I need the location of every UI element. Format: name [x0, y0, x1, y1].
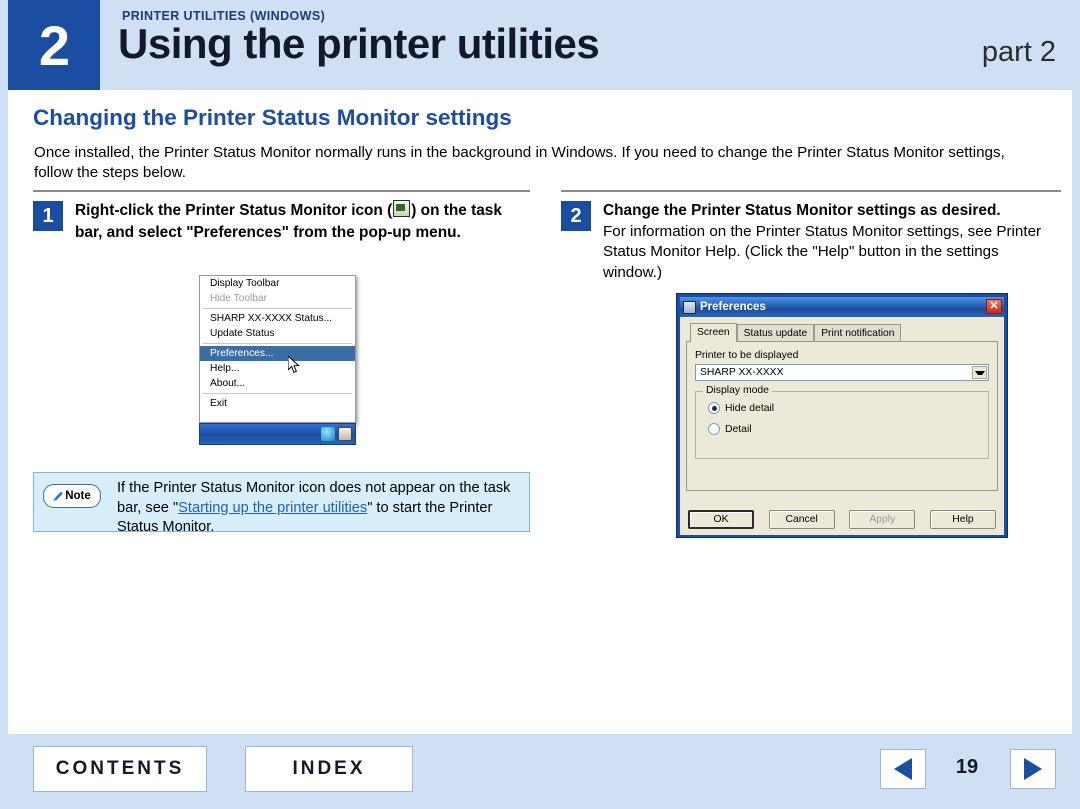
step-2-heading: Change the Printer Status Monitor settin…: [603, 202, 1001, 219]
note-link[interactable]: Starting up the printer utilities: [178, 500, 367, 516]
next-page-button[interactable]: [1010, 749, 1056, 789]
popup-menu: Display Toolbar Hide Toolbar SHARP XX-XX…: [199, 275, 356, 423]
radio-detail-label: Detail: [725, 423, 752, 435]
triangle-left-icon: [894, 758, 912, 780]
triangle-right-icon: [1024, 758, 1042, 780]
step-2-column: 2 Change the Printer Status Monitor sett…: [561, 190, 1061, 283]
menu-item-help[interactable]: Help...: [200, 361, 355, 376]
menu-item-display-toolbar[interactable]: Display Toolbar: [200, 276, 355, 291]
display-mode-group: Display mode Hide detail Detail: [695, 385, 989, 459]
page: 2 PRINTER UTILITIES (WINDOWS) Using the …: [0, 0, 1080, 809]
dialog-title: Preferences: [700, 301, 766, 313]
menu-item-exit[interactable]: Exit: [200, 396, 355, 411]
step-2-header: 2 Change the Printer Status Monitor sett…: [561, 200, 1061, 283]
note-badge: Note: [43, 484, 101, 508]
menu-separator: [203, 393, 352, 394]
step-divider: [33, 190, 530, 192]
printer-select[interactable]: SHARP XX-XXXX: [695, 364, 989, 381]
contents-button[interactable]: CONTENTS: [33, 746, 207, 792]
chapter-number: 2: [8, 0, 100, 90]
radio-hide-detail-label: Hide detail: [725, 402, 775, 414]
note-badge-label: Note: [65, 490, 91, 502]
tab-print-notification[interactable]: Print notification: [814, 324, 902, 342]
dialog-tabs: Screen Status update Print notification: [690, 323, 998, 342]
dialog-body: Screen Status update Print notification …: [680, 317, 1004, 535]
menu-item-update-status[interactable]: Update Status: [200, 326, 355, 341]
step-1-header: 1 Right-click the Printer Status Monitor…: [33, 200, 530, 243]
menu-item-about[interactable]: About...: [200, 376, 355, 391]
radio-detail[interactable]: Detail: [708, 423, 988, 435]
windows-taskbar: [199, 423, 356, 445]
tab-status-update[interactable]: Status update: [736, 324, 815, 342]
index-button[interactable]: INDEX: [245, 746, 413, 792]
step-2-body: For information on the Printer Status Mo…: [603, 222, 1042, 281]
radio-icon-selected: [708, 402, 720, 414]
printer-field-label: Printer to be displayed: [695, 350, 799, 361]
menu-item-sharp-status[interactable]: SHARP XX-XXXX Status...: [200, 311, 355, 326]
cancel-button[interactable]: Cancel: [768, 510, 835, 529]
tab-screen[interactable]: Screen: [690, 323, 737, 342]
printer-select-value: SHARP XX-XXXX: [700, 367, 784, 378]
note-text: If the Printer Status Monitor icon does …: [117, 479, 517, 538]
tab-panel-screen: Printer to be displayed SHARP XX-XXXX Di…: [686, 341, 998, 491]
step-1-column: 1 Right-click the Printer Status Monitor…: [33, 190, 530, 243]
display-mode-legend: Display mode: [703, 385, 772, 396]
header-part-label: part 2: [981, 36, 1056, 68]
step-1-number: 1: [33, 201, 63, 231]
preferences-dialog-screenshot: Preferences ✕ Screen Status update Print…: [676, 293, 1008, 538]
network-icon[interactable]: [321, 427, 335, 441]
ok-button[interactable]: OK: [688, 510, 754, 529]
page-footer: CONTENTS INDEX 19: [8, 734, 1072, 809]
mouse-pointer-icon: [287, 354, 300, 374]
step-2-number: 2: [561, 201, 591, 231]
close-icon[interactable]: ✕: [986, 299, 1002, 314]
apply-button: Apply: [849, 510, 916, 529]
chevron-down-icon[interactable]: [972, 366, 987, 379]
step-1-heading-part2: ): [411, 202, 417, 219]
help-button[interactable]: Help: [929, 510, 996, 529]
page-number: 19: [955, 756, 979, 778]
window-icon: [683, 300, 696, 314]
popup-menu-screenshot: Display Toolbar Hide Toolbar SHARP XX-XX…: [199, 275, 362, 450]
printer-status-monitor-icon[interactable]: [338, 427, 352, 441]
system-tray: [321, 427, 352, 441]
section-intro: Once installed, the Printer Status Monit…: [34, 144, 1005, 181]
pencil-icon: [53, 491, 63, 501]
note-box: Note If the Printer Status Monitor icon …: [33, 472, 530, 535]
previous-page-button[interactable]: [880, 749, 926, 789]
radio-hide-detail[interactable]: Hide detail: [708, 402, 988, 414]
menu-item-preferences[interactable]: Preferences...: [200, 346, 355, 361]
step-1-heading-part1: Right-click the Printer Status Monitor i…: [75, 202, 393, 219]
section-title: Changing the Printer Status Monitor sett…: [33, 105, 512, 130]
step-divider: [561, 190, 1061, 192]
menu-separator: [203, 308, 352, 309]
radio-icon: [708, 423, 720, 435]
printer-status-monitor-icon: [393, 200, 411, 217]
menu-item-hide-toolbar: Hide Toolbar: [210, 293, 268, 304]
step-1-heading: Right-click the Printer Status Monitor i…: [75, 200, 530, 243]
page-header: 2 PRINTER UTILITIES (WINDOWS) Using the …: [8, 0, 1072, 90]
menu-separator: [203, 343, 352, 344]
dialog-titlebar: Preferences ✕: [680, 297, 1004, 317]
page-title: Using the printer utilities: [118, 20, 600, 67]
dialog-button-row: OK Cancel Apply Help: [688, 510, 996, 529]
